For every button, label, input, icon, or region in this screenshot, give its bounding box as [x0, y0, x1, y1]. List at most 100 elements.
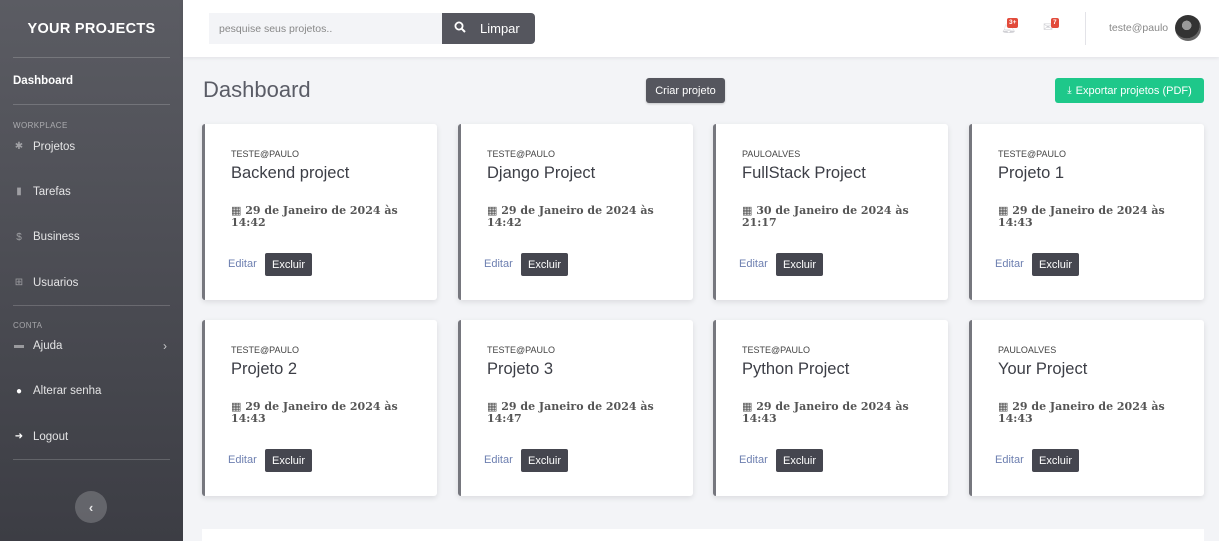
project-owner: TESTE@PAULO — [998, 149, 1066, 159]
delete-button[interactable]: Excluir — [521, 253, 568, 276]
project-date: ▦ 29 de Janeiro de 2024 às 14:42 — [231, 205, 421, 229]
messages-button[interactable]: ✉ 7 — [1043, 18, 1059, 34]
divider — [13, 459, 170, 460]
project-owner: TESTE@PAULO — [231, 149, 299, 159]
project-owner: PAULOALVES — [742, 149, 801, 159]
folder-icon: ▬ — [14, 340, 24, 351]
project-date: ▦ 29 de Janeiro de 2024 às 14:43 — [998, 401, 1188, 425]
sign-out-icon: ➜ — [14, 431, 24, 442]
project-name: Django Project — [487, 164, 596, 182]
table-icon: ⊞ — [14, 277, 24, 288]
gear-icon: ✱ — [14, 141, 24, 152]
project-date-text: 29 de Janeiro de 2024 às 14:43 — [742, 400, 909, 425]
sidebar-item-label: Business — [33, 231, 80, 243]
edit-link[interactable]: Editar — [228, 454, 257, 466]
download-icon: ⤓ — [1067, 85, 1072, 96]
delete-button[interactable]: Excluir — [265, 253, 312, 276]
divider — [13, 104, 170, 105]
project-name: Projeto 2 — [231, 360, 298, 378]
project-owner: TESTE@PAULO — [742, 345, 810, 355]
edit-link[interactable]: Editar — [995, 454, 1024, 466]
sidebar-item-business[interactable]: $ Business — [0, 214, 183, 260]
sidebar-item-label: Dashboard — [13, 75, 74, 87]
create-project-button[interactable]: Criar projeto — [646, 78, 725, 103]
project-name: FullStack Project — [742, 164, 866, 182]
project-card: TESTE@PAULO Python Project ▦ 29 de Janei… — [713, 320, 948, 496]
dollar-icon: $ — [16, 231, 22, 243]
sidebar-item-label: Usuarios — [33, 276, 79, 289]
sidebar-item-alterar-senha[interactable]: ● Alterar senha — [0, 368, 183, 414]
project-date-text: 29 de Janeiro de 2024 às 14:47 — [487, 400, 654, 425]
edit-link[interactable]: Editar — [484, 454, 513, 466]
notification-badge: 3+ — [1007, 18, 1019, 28]
project-date-text: 29 de Janeiro de 2024 às 14:42 — [231, 204, 398, 229]
edit-link[interactable]: Editar — [739, 454, 768, 466]
chevron-right-icon: › — [163, 338, 167, 353]
delete-button[interactable]: Excluir — [1032, 253, 1079, 276]
user-icon: ● — [15, 385, 23, 397]
project-owner: TESTE@PAULO — [231, 345, 299, 355]
content-panel — [202, 529, 1204, 541]
search-input[interactable] — [209, 13, 442, 44]
project-card: TESTE@PAULO Django Project ▦ 29 de Janei… — [458, 124, 693, 300]
delete-button[interactable]: Excluir — [776, 253, 823, 276]
sidebar-item-logout[interactable]: ➜ Logout — [0, 414, 183, 459]
sidebar-item-dashboard[interactable]: Dashboard — [0, 58, 183, 104]
project-date-text: 29 de Janeiro de 2024 às 14:42 — [487, 204, 654, 229]
project-date-text: 29 de Janeiro de 2024 às 14:43 — [998, 204, 1165, 229]
delete-button[interactable]: Excluir — [1032, 449, 1079, 472]
search-icon — [454, 21, 466, 36]
topbar: Limpar 🔔︎ 3+ ✉ 7 teste@paulo — [183, 0, 1219, 57]
edit-link[interactable]: Editar — [484, 258, 513, 270]
message-badge: 7 — [1051, 18, 1059, 28]
brand-title[interactable]: YOUR PROJECTS — [0, 0, 183, 57]
clear-search-button[interactable]: Limpar — [442, 13, 535, 44]
project-card: TESTE@PAULO Backend project ▦ 29 de Jane… — [202, 124, 437, 300]
export-pdf-button[interactable]: ⤓ Exportar projetos (PDF) — [1055, 78, 1204, 103]
project-name: Your Project — [998, 360, 1088, 378]
chevron-left-icon: ‹ — [88, 499, 94, 515]
avatar[interactable] — [1175, 15, 1201, 41]
project-card: TESTE@PAULO Projeto 2 ▦ 29 de Janeiro de… — [202, 320, 437, 496]
sidebar-item-label: Logout — [33, 430, 69, 443]
sidebar-item-label: Tarefas — [33, 185, 71, 198]
edit-link[interactable]: Editar — [995, 258, 1024, 270]
sidebar-toggle-button[interactable]: ‹ — [75, 491, 107, 523]
project-date-text: 29 de Janeiro de 2024 às 14:43 — [231, 400, 398, 425]
edit-link[interactable]: Editar — [228, 258, 257, 270]
sidebar: YOUR PROJECTS Dashboard WORKPLACE ✱ Proj… — [0, 0, 183, 541]
project-owner: PAULOALVES — [998, 345, 1057, 355]
notifications-button[interactable]: 🔔︎ 3+ — [1001, 18, 1019, 34]
project-owner: TESTE@PAULO — [487, 345, 555, 355]
project-date: ▦ 30 de Janeiro de 2024 às 21:17 — [742, 205, 932, 229]
clear-label: Limpar — [480, 21, 520, 36]
user-name[interactable]: teste@paulo — [1109, 22, 1168, 34]
project-name: Backend project — [231, 164, 350, 182]
project-name: Projeto 1 — [998, 164, 1065, 182]
page-title: Dashboard — [203, 77, 311, 102]
delete-button[interactable]: Excluir — [265, 449, 312, 472]
divider — [13, 305, 170, 306]
sidebar-item-usuarios[interactable]: ⊞ Usuarios — [0, 260, 183, 305]
export-label: Exportar projetos (PDF) — [1075, 84, 1192, 97]
sidebar-item-projetos[interactable]: ✱ Projetos — [0, 124, 183, 169]
sidebar-item-label: Ajuda — [33, 339, 63, 352]
project-card: TESTE@PAULO Projeto 1 ▦ 29 de Janeiro de… — [969, 124, 1204, 300]
project-date: ▦ 29 de Janeiro de 2024 às 14:43 — [231, 401, 421, 425]
project-date: ▦ 29 de Janeiro de 2024 às 14:43 — [998, 205, 1188, 229]
project-card: PAULOALVES FullStack Project ▦ 30 de Jan… — [713, 124, 948, 300]
project-date: ▦ 29 de Janeiro de 2024 às 14:43 — [742, 401, 932, 425]
divider — [1085, 12, 1086, 45]
edit-link[interactable]: Editar — [739, 258, 768, 270]
project-date: ▦ 29 de Janeiro de 2024 às 14:42 — [487, 205, 677, 229]
project-card: PAULOALVES Your Project ▦ 29 de Janeiro … — [969, 320, 1204, 496]
sidebar-item-tarefas[interactable]: ▮ Tarefas — [0, 169, 183, 214]
sidebar-item-label: Projetos — [33, 140, 76, 153]
project-date-text: 30 de Janeiro de 2024 às 21:17 — [742, 204, 909, 229]
delete-button[interactable]: Excluir — [521, 449, 568, 472]
clipboard-icon: ▮ — [16, 186, 22, 197]
project-owner: TESTE@PAULO — [487, 149, 555, 159]
delete-button[interactable]: Excluir — [776, 449, 823, 472]
project-date-text: 29 de Janeiro de 2024 às 14:43 — [998, 400, 1165, 425]
project-name: Projeto 3 — [487, 360, 554, 378]
